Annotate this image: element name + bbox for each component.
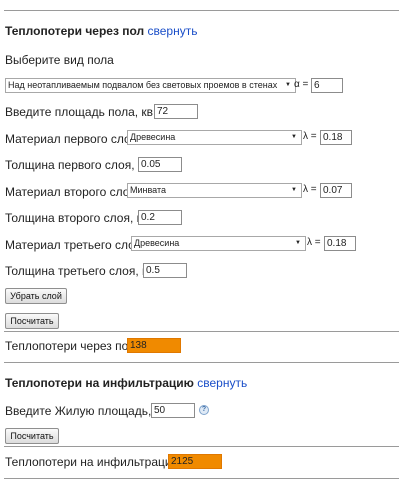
layer2-thickness-input[interactable]: 0.2: [138, 210, 182, 225]
section-divider: [4, 362, 399, 363]
layer3-thickness-label: Толщина третьего слоя, м.: [5, 264, 154, 278]
layer2-lambda-input[interactable]: 0.07: [320, 183, 352, 198]
floor-section-title-text: Теплопотери через пол: [5, 24, 145, 38]
layer1-thickness-input[interactable]: 0.05: [138, 157, 182, 172]
layer1-material-select[interactable]: Древесина ▼: [127, 130, 302, 145]
layer1-thickness-label: Толщина первого слоя, м.: [5, 158, 150, 172]
layer3-lambda-input[interactable]: 0.18: [324, 236, 356, 251]
layer3-material-label: Материал третьего слоя: [5, 238, 142, 252]
layer2-thickness-label: Толщина второго слоя, м.: [5, 211, 149, 225]
remove-layer-button[interactable]: Убрать слой: [5, 288, 67, 304]
layer1-lambda-label: λ =: [303, 131, 317, 142]
infiltration-result-value: 2125: [168, 454, 222, 469]
infiltration-section-collapse-link[interactable]: свернуть: [197, 376, 247, 390]
floor-section-title: Теплопотери через пол свернуть: [5, 24, 197, 38]
layer2-material-value: Минвата: [130, 185, 167, 195]
layer3-thickness-input[interactable]: 0.5: [143, 263, 187, 278]
infiltration-section-title-text: Теплопотери на инфильтрацию: [5, 376, 194, 390]
layer2-material-select[interactable]: Минвата ▼: [127, 183, 302, 198]
layer3-material-value: Древесина: [134, 238, 180, 248]
layer1-lambda-input[interactable]: 0.18: [320, 130, 352, 145]
infiltration-result-label: Теплопотери на инфильтрацию: [5, 455, 181, 469]
floor-area-label: Введите площадь пола, кв.м.: [5, 105, 168, 119]
floor-type-prompt: Выберите вид пола: [5, 53, 114, 67]
chevron-down-icon: ▼: [291, 187, 297, 193]
chevron-down-icon: ▼: [295, 240, 301, 246]
infiltration-section-title: Теплопотери на инфильтрацию свернуть: [5, 376, 247, 390]
floor-area-input[interactable]: 72: [154, 104, 198, 119]
top-divider: [4, 10, 399, 11]
layer1-material-value: Древесина: [130, 132, 176, 142]
help-icon[interactable]: ?: [199, 405, 209, 415]
floor-type-select[interactable]: Над неотапливаемым подвалом без световых…: [5, 78, 296, 93]
floor-result-value: 138: [127, 338, 181, 353]
living-area-label: Введите Жилую площадь, м.: [5, 404, 167, 418]
bottom-divider: [4, 478, 399, 479]
layer3-lambda-label: λ =: [307, 237, 321, 248]
layer2-lambda-label: λ =: [303, 184, 317, 195]
chevron-down-icon: ▼: [285, 82, 291, 88]
floor-type-select-value: Над неотапливаемым подвалом без световых…: [8, 80, 278, 90]
alpha-label: α =: [294, 79, 309, 90]
layer1-material-label: Материал первого слоя: [5, 132, 138, 146]
layer3-material-select[interactable]: Древесина ▼: [131, 236, 306, 251]
infiltration-section-divider: [4, 446, 399, 447]
floor-calculate-button[interactable]: Посчитать: [5, 313, 59, 329]
living-area-input[interactable]: 50: [151, 403, 195, 418]
floor-result-label: Теплопотери через пол: [5, 339, 136, 353]
chevron-down-icon: ▼: [291, 134, 297, 140]
floor-section-collapse-link[interactable]: свернуть: [148, 24, 198, 38]
infiltration-calculate-button[interactable]: Посчитать: [5, 428, 59, 444]
alpha-input[interactable]: 6: [311, 78, 343, 93]
layer2-material-label: Материал второго слоя: [5, 185, 136, 199]
floor-section-divider: [4, 331, 399, 332]
